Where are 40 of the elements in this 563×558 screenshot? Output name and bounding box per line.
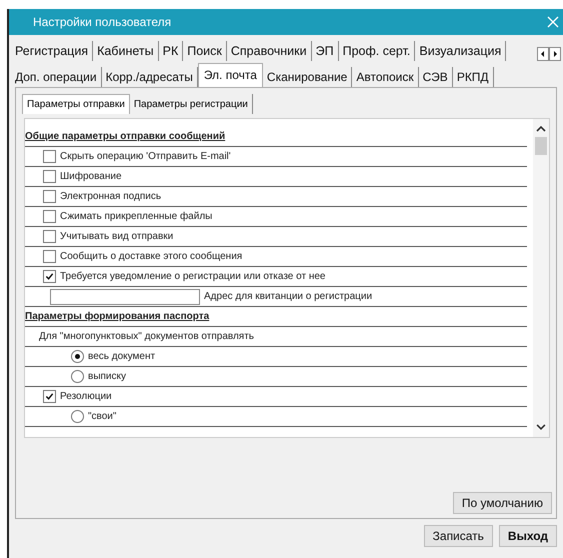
dialog-button[interactable]: Выход — [498, 525, 557, 547]
scroll-down-icon[interactable] — [535, 423, 547, 431]
radio-label: "свои" — [88, 411, 116, 422]
checkbox[interactable] — [43, 270, 56, 283]
default-button[interactable]: По умолчанию — [452, 492, 552, 514]
section-heading: Общие параметры отправки сообщений — [25, 131, 226, 142]
window-title: Настройки пользователя — [33, 15, 172, 29]
checkbox-label: Скрыть операцию 'Отправить E-mail' — [60, 151, 231, 162]
checkbox-label: Сообщить о доставке этого сообщения — [60, 251, 242, 262]
checkbox[interactable] — [43, 170, 56, 183]
checkbox-label: Электронная подпись — [60, 191, 162, 202]
scrollbar[interactable] — [533, 119, 549, 437]
checkbox-label: Шифрование — [60, 171, 122, 182]
field-label: Адрес для квитанции о регистрации — [204, 291, 372, 302]
address-field[interactable] — [50, 288, 200, 304]
checkbox-label: Сжимать прикрепленные файлы — [60, 211, 212, 222]
scroll-thumb[interactable] — [535, 137, 547, 155]
radio-label: выписку — [88, 371, 126, 382]
checkbox[interactable] — [43, 150, 56, 163]
scroll-left-icon[interactable] — [537, 47, 549, 61]
checkbox[interactable] — [43, 190, 56, 203]
scroll-up-icon[interactable] — [535, 125, 547, 133]
dialog-button[interactable]: Записать — [424, 525, 493, 547]
scroll-right-icon[interactable] — [549, 47, 561, 61]
checkbox-label: Учитывать вид отправки — [60, 231, 174, 242]
radio-button[interactable] — [71, 350, 84, 363]
radio-button[interactable] — [71, 370, 84, 383]
option-label: Для "многопунктовых" документов отправлять — [38, 331, 254, 342]
tab[interactable]: Параметры отправки — [22, 94, 130, 114]
checkbox[interactable] — [43, 250, 56, 263]
checkbox-label: Требуется уведомление о регистрации или отказе от нее — [60, 271, 326, 282]
checkbox[interactable] — [43, 390, 56, 403]
section-heading: Параметры формирования паспорта — [25, 311, 210, 322]
checkbox-label: Резолюции — [60, 391, 112, 402]
checkbox[interactable] — [43, 230, 56, 243]
radio-label: весь документ — [88, 351, 156, 362]
radio-button[interactable] — [71, 410, 84, 423]
checkbox[interactable] — [43, 210, 56, 223]
tab[interactable]: Эл. почта — [198, 63, 263, 87]
close-icon[interactable] — [547, 16, 559, 28]
